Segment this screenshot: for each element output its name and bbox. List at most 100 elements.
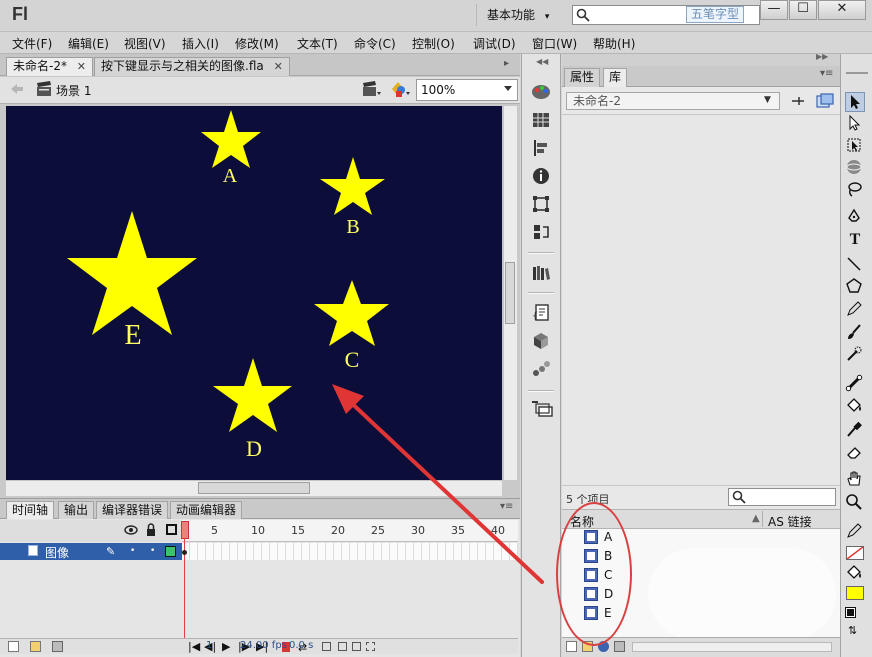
column-as-linkage[interactable]: AS 链接 <box>768 513 812 530</box>
paint-bucket-icon[interactable] <box>845 397 865 417</box>
stroke-color-swatch[interactable] <box>846 546 864 560</box>
deco-icon[interactable] <box>845 345 865 365</box>
menu-commands[interactable]: 命令(C) <box>354 35 396 52</box>
tab-output[interactable]: 输出 <box>58 501 95 519</box>
menu-file[interactable]: 文件(F) <box>12 35 52 52</box>
tab-motion-editor[interactable]: 动画编辑器 <box>170 501 243 519</box>
star-c[interactable]: C <box>314 280 389 372</box>
new-library-panel-icon[interactable] <box>816 93 834 109</box>
actions-script-icon[interactable]: { <box>531 303 551 323</box>
outline-icon[interactable] <box>166 524 177 535</box>
menu-text[interactable]: 文本(T) <box>297 35 338 52</box>
star-b[interactable]: B <box>320 157 385 238</box>
back-arrow-icon[interactable] <box>10 82 24 96</box>
panel-menu-icon[interactable]: ▾≡ <box>820 68 833 79</box>
zoom-icon[interactable] <box>845 493 865 513</box>
menu-insert[interactable]: 插入(I) <box>182 35 219 52</box>
collapse-icon[interactable]: ▶▶ <box>816 52 828 61</box>
motion-presets-icon[interactable] <box>531 359 551 379</box>
selection-tool-icon[interactable] <box>845 92 865 112</box>
onion-outline-icon[interactable] <box>338 642 347 651</box>
menu-window[interactable]: 窗口(W) <box>532 35 577 52</box>
menu-debug[interactable]: 调试(D) <box>473 35 516 52</box>
brush-icon[interactable] <box>845 323 865 343</box>
lasso-icon[interactable] <box>845 180 865 200</box>
playhead[interactable] <box>181 521 189 539</box>
menu-edit[interactable]: 编辑(E) <box>68 35 109 52</box>
library-books-icon[interactable] <box>531 263 551 283</box>
menu-view[interactable]: 视图(V) <box>124 35 166 52</box>
visibility-dot[interactable]: • <box>130 546 135 556</box>
eyedropper-icon[interactable] <box>845 420 865 440</box>
panel-grip[interactable] <box>846 72 868 74</box>
maximize-button[interactable]: ☐ <box>789 0 817 20</box>
hand-icon[interactable] <box>845 470 865 490</box>
free-transform-icon[interactable] <box>845 136 865 156</box>
sort-icon[interactable]: ▲ <box>752 513 760 524</box>
star-a[interactable]: A <box>201 110 261 187</box>
menu-help[interactable]: 帮助(H) <box>593 35 635 52</box>
layer-name[interactable]: 图像 <box>45 544 69 561</box>
edit-multiple-icon[interactable] <box>352 642 361 651</box>
lock-dot[interactable]: • <box>150 546 155 556</box>
close-icon[interactable]: ✕ <box>274 60 283 73</box>
workspace-switcher[interactable]: 基本功能 ▾ <box>476 4 560 26</box>
polygon-icon[interactable] <box>845 277 865 297</box>
tab-properties[interactable]: 属性 <box>564 68 601 87</box>
panel-menu-icon[interactable]: ▸ <box>504 58 509 69</box>
doc-tab-fla[interactable]: 按下键显示与之相关的图像.fla ✕ <box>94 57 290 76</box>
new-folder-icon[interactable] <box>30 641 41 652</box>
eye-icon[interactable] <box>124 524 138 536</box>
trash-icon[interactable] <box>52 641 63 652</box>
history-icon[interactable] <box>531 222 551 242</box>
layer-outline-color[interactable] <box>165 546 176 557</box>
info-icon[interactable] <box>531 166 551 186</box>
new-layer-icon[interactable] <box>8 641 19 652</box>
onion-markers-icon[interactable] <box>366 642 375 651</box>
collapse-icon[interactable]: ◀◀ <box>536 57 548 66</box>
menu-modify[interactable]: 修改(M) <box>235 35 279 52</box>
panel-grip[interactable]: ▶▶ <box>562 52 840 66</box>
subselection-tool-icon[interactable] <box>845 114 865 134</box>
current-frame[interactable]: 1 <box>206 640 212 651</box>
swatches-icon[interactable] <box>531 110 551 130</box>
play-icon[interactable]: ▶ <box>222 640 230 653</box>
first-frame-icon[interactable]: |◀ <box>188 640 200 653</box>
minimize-button[interactable]: — <box>760 0 788 20</box>
vertical-scroll-thumb[interactable] <box>505 262 515 324</box>
library-horizontal-scrollbar[interactable] <box>632 642 832 652</box>
doc-tab-untitled[interactable]: 未命名-2* ✕ <box>6 57 94 76</box>
star-d[interactable]: D <box>213 358 292 461</box>
onion-skin-icon[interactable] <box>322 642 331 651</box>
default-colors-icon[interactable] <box>845 607 856 618</box>
edit-symbol-icon[interactable] <box>390 80 412 98</box>
color-palette-icon[interactable] <box>531 82 551 102</box>
fill-color-swatch[interactable] <box>846 586 864 600</box>
tab-timeline[interactable]: 时间轴 <box>6 501 55 519</box>
components-icon[interactable] <box>531 331 551 351</box>
frame-rate[interactable]: 24.00 fps <box>240 640 287 651</box>
bone-icon[interactable] <box>845 374 865 394</box>
library-search-input[interactable] <box>728 488 836 506</box>
line-icon[interactable] <box>845 255 865 275</box>
new-symbol-icon[interactable] <box>566 641 577 652</box>
swap-colors-icon[interactable]: ⇅ <box>848 624 857 637</box>
lock-icon[interactable] <box>146 523 156 536</box>
star-e[interactable]: E <box>67 211 197 351</box>
pencil-icon[interactable] <box>845 300 865 320</box>
close-button[interactable]: ✕ <box>818 0 866 20</box>
edit-scene-icon[interactable] <box>362 81 382 97</box>
tab-library[interactable]: 库 <box>603 68 628 87</box>
3d-rotation-icon[interactable] <box>845 158 865 178</box>
pin-library-icon[interactable] <box>790 94 806 108</box>
eraser-icon[interactable] <box>845 443 865 463</box>
tab-compiler-errors[interactable]: 编译器错误 <box>96 501 169 519</box>
transform-icon[interactable] <box>531 194 551 214</box>
horizontal-scroll-thumb[interactable] <box>198 482 310 494</box>
trash-icon[interactable] <box>614 641 625 652</box>
pen-icon[interactable] <box>845 208 865 228</box>
zoom-select[interactable]: 100% <box>416 79 518 101</box>
close-icon[interactable]: ✕ <box>77 60 86 73</box>
scene-label[interactable]: 场景 1 <box>56 82 91 99</box>
menu-control[interactable]: 控制(O) <box>412 35 455 52</box>
